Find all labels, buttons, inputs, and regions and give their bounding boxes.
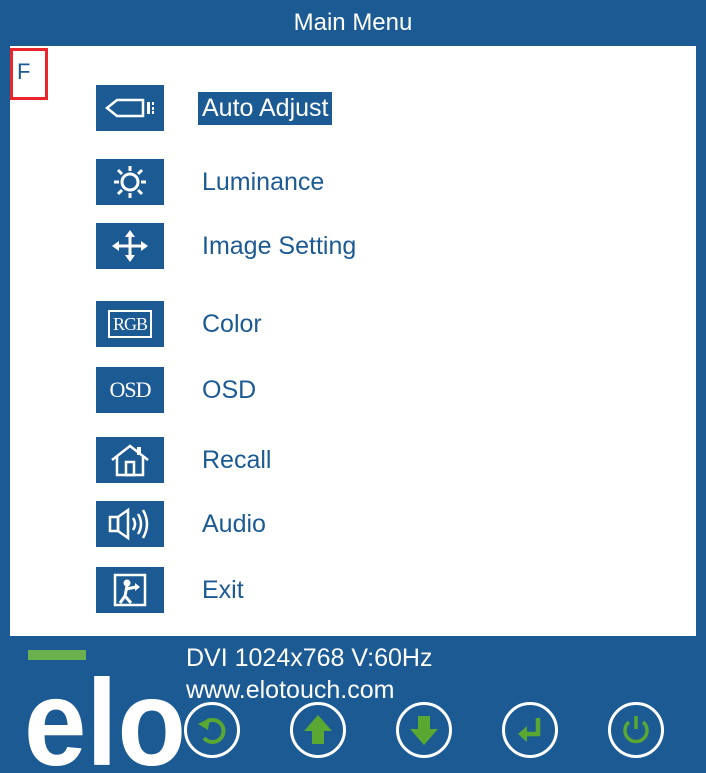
menu-label-osd: OSD [202,375,257,404]
menu-label-audio: Audio [202,509,266,538]
menu-title: Main Menu [293,9,413,36]
website-text: www.elotouch.com [186,676,395,704]
enter-button[interactable] [502,702,558,758]
osd-icon: OSD [96,367,164,413]
footer-bar: elo DVI 1024x768 V:60Hz www.elotouch.com [0,636,706,773]
menu-item-osd[interactable]: OSD OSD [96,367,496,413]
move-arrows-icon [96,223,164,269]
menu-label-luminance: Luminance [202,167,325,196]
sun-icon [96,159,164,205]
down-arrow-icon [410,716,438,745]
osd-main-menu: Main Menu F Auto Adjust Luminance Image … [0,0,706,773]
menu-item-image-setting[interactable]: Image Setting [96,223,496,269]
auto-adjust-icon [96,85,164,131]
menu-label-recall: Recall [202,445,272,474]
menu-label-image-setting: Image Setting [202,231,357,260]
power-icon [623,716,649,744]
logo-text: elo [24,655,186,773]
menu-item-audio[interactable]: Audio [96,501,496,547]
enter-icon [518,718,541,742]
menu-label-auto-adjust: Auto Adjust [198,91,333,125]
up-arrow-icon [304,715,332,744]
menu-label-color: Color [202,309,262,338]
speaker-icon [96,501,164,547]
signal-info: DVI 1024x768 V:60Hz [186,644,433,672]
menu-item-color[interactable]: RGB Color [96,301,496,347]
back-button[interactable] [184,702,240,758]
menu-item-auto-adjust[interactable]: Auto Adjust [96,85,496,131]
menu-item-recall[interactable]: Recall [96,437,496,483]
rgb-icon: RGB [96,301,164,347]
down-button[interactable] [396,702,452,758]
up-button[interactable] [290,702,346,758]
elo-logo: elo [24,650,194,773]
home-icon [96,437,164,483]
menu-item-exit[interactable]: Exit [96,567,496,613]
back-icon [198,718,226,744]
rgb-icon-text: RGB [107,310,152,338]
menu-label-exit: Exit [202,575,244,604]
exit-icon [96,567,164,613]
power-button[interactable] [608,702,664,758]
osd-icon-text: OSD [109,377,151,402]
mode-letter: F [17,59,31,84]
menu-item-luminance[interactable]: Luminance [96,159,496,205]
title-bar: Main Menu [0,0,706,46]
mode-indicator: F [10,48,48,100]
